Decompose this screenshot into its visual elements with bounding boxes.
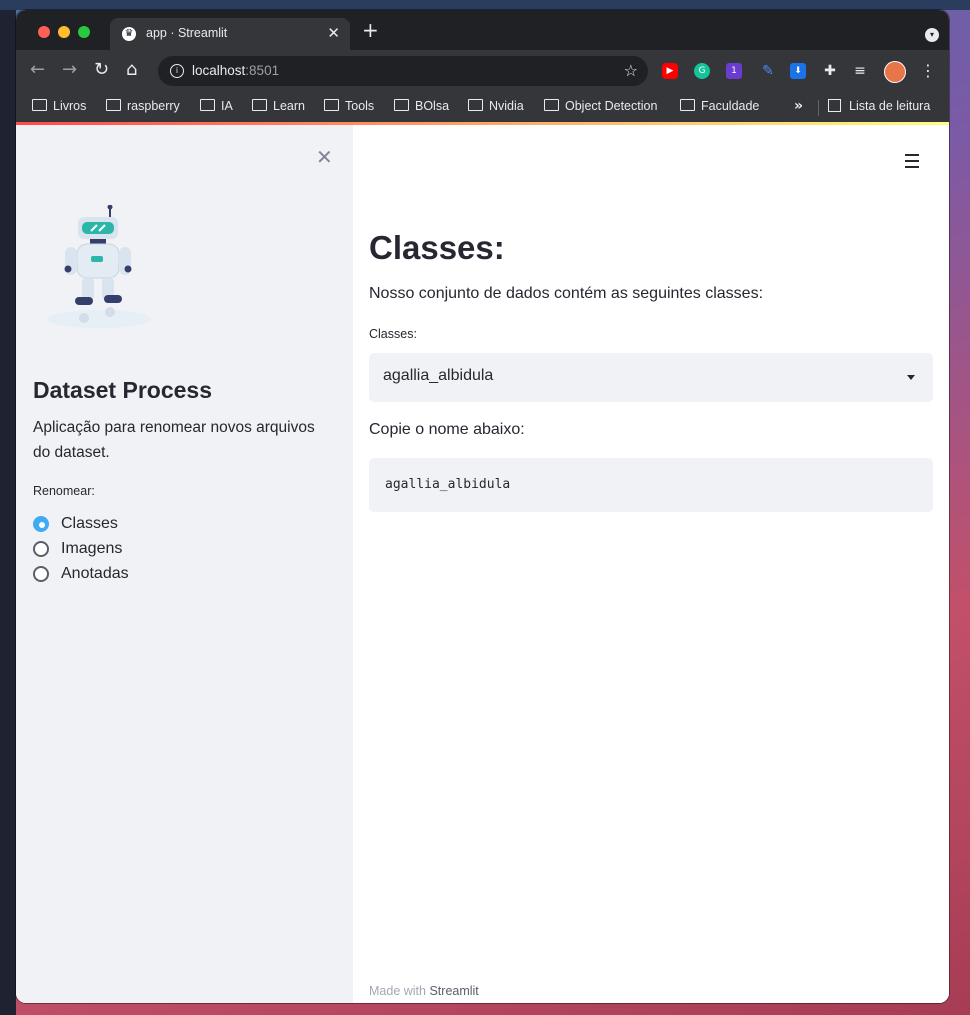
forward-arrow-icon[interactable]: → (62, 60, 77, 80)
bookmark-label: Tools (345, 99, 375, 113)
bookmark-label: raspberry (127, 99, 180, 113)
hamburger-menu-icon[interactable] (905, 154, 919, 172)
browser-window: ♛ app · Streamlit ✕ + ▾ ← → ↻ ⌂ i localh… (16, 10, 949, 1003)
radio-group-renomear: Classes Imagens Anotadas (33, 511, 129, 586)
radio-option-label: Classes (61, 514, 118, 532)
folder-icon (324, 99, 339, 111)
sidebar-title: Dataset Process (33, 377, 212, 403)
grammarly-extension-icon[interactable]: G (694, 63, 710, 79)
macos-menubar-strip (0, 0, 970, 10)
folder-icon (544, 99, 559, 111)
extension-with-badge-icon[interactable]: 1 (726, 63, 742, 79)
chevron-down-icon[interactable] (907, 375, 915, 380)
back-arrow-icon[interactable]: ← (30, 60, 45, 80)
bookmark-label: IA (221, 99, 233, 113)
browser-toolbar: ← → ↻ ⌂ i localhost:8501 ☆ ▶ G 1 ✎ ⬇ ✚ ≡… (16, 50, 949, 92)
media-queue-icon[interactable]: ≡ (852, 63, 868, 79)
reading-list-button[interactable]: Lista de leitura (828, 99, 930, 113)
folder-icon (200, 99, 215, 111)
copy-label: Copie o nome abaixo: (369, 421, 525, 438)
footer-brand-link[interactable]: Streamlit (429, 984, 478, 998)
extensions-puzzle-icon[interactable]: ✚ (822, 63, 838, 79)
classes-selectbox[interactable]: agallia_albidula (369, 353, 933, 402)
address-bar[interactable]: i localhost:8501 ☆ (158, 56, 648, 86)
browser-menu-icon[interactable]: ⋮ (920, 63, 936, 79)
radio-option-classes[interactable]: Classes (33, 511, 129, 536)
radio-group-label: Renomear: (33, 484, 95, 498)
folder-icon (32, 99, 47, 111)
profile-avatar[interactable] (884, 61, 906, 83)
sidebar: ✕ Dataset Process Aplicação para renomea… (16, 125, 353, 1003)
footer-prefix: Made with (369, 984, 426, 998)
tab-bar: ♛ app · Streamlit ✕ + ▾ (16, 10, 949, 50)
bookmark-label: Nvidia (489, 99, 524, 113)
radio-unchecked-icon[interactable] (33, 565, 49, 582)
tab-search-icon[interactable]: ▾ (925, 28, 939, 42)
sidebar-description: Aplicação para renomear novos arquivos d… (33, 419, 315, 461)
folder-icon (252, 99, 267, 111)
bookmark-label: Learn (273, 99, 305, 113)
radio-option-imagens[interactable]: Imagens (33, 536, 129, 561)
bookmark-folder[interactable]: Tools (324, 99, 374, 113)
window-minimize-button[interactable] (58, 26, 70, 38)
selectbox-value: agallia_albidula (383, 367, 494, 384)
bookmarks-bar: Livros raspberry IA Learn Tools BOlsa Nv… (16, 92, 949, 123)
radio-option-label: Anotadas (61, 564, 129, 582)
download-extension-icon[interactable]: ⬇ (790, 63, 806, 79)
url-text: localhost:8501 (192, 63, 279, 78)
close-icon[interactable]: ✕ (316, 145, 333, 169)
bookmark-folder[interactable]: BOlsa (394, 99, 449, 113)
bookmark-label: Faculdade (701, 99, 760, 113)
select-label: Classes: (369, 327, 417, 341)
bookmark-folder[interactable]: Nvidia (468, 99, 524, 113)
new-tab-button[interactable]: + (362, 20, 379, 40)
pen-extension-icon[interactable]: ✎ (760, 63, 776, 79)
bookmark-folder[interactable]: Faculdade (680, 99, 759, 113)
reload-icon[interactable]: ↻ (94, 60, 109, 80)
page-title: Classes: (369, 229, 505, 266)
window-zoom-button[interactable] (78, 26, 90, 38)
folder-icon (106, 99, 121, 111)
bookmark-label: Object Detection (565, 99, 658, 113)
streamlit-favicon-icon: ♛ (122, 27, 136, 41)
youtube-extension-icon[interactable]: ▶ (662, 63, 678, 79)
robot-illustration (47, 205, 151, 328)
url-host: localhost (192, 63, 246, 78)
footer: Made with Streamlit (369, 984, 479, 998)
bookmark-folder[interactable]: IA (200, 99, 233, 113)
bookmark-label: BOlsa (415, 99, 450, 113)
bookmark-folder[interactable]: raspberry (106, 99, 180, 113)
folder-icon (394, 99, 409, 111)
code-text: agallia_albidula (385, 477, 511, 492)
bookmark-star-icon[interactable]: ☆ (624, 61, 638, 80)
bookmark-folder[interactable]: Object Detection (544, 99, 657, 113)
home-icon[interactable]: ⌂ (126, 60, 137, 80)
bookmark-label: Livros (53, 99, 87, 113)
tab-title: app · Streamlit (146, 26, 228, 40)
folder-icon (468, 99, 483, 111)
browser-tab[interactable]: ♛ app · Streamlit ✕ (110, 18, 350, 50)
code-block[interactable]: agallia_albidula (369, 458, 933, 512)
radio-option-label: Imagens (61, 539, 123, 557)
radio-checked-icon[interactable] (33, 515, 49, 532)
folder-icon (680, 99, 695, 111)
bookmark-folder[interactable]: Learn (252, 99, 305, 113)
radio-unchecked-icon[interactable] (33, 540, 49, 557)
bookmarks-divider (818, 100, 819, 116)
streamlit-app: ✕ Dataset Process Aplicação para renomea… (16, 122, 949, 1003)
window-close-button[interactable] (38, 26, 50, 38)
site-info-icon[interactable]: i (170, 64, 184, 78)
desktop-left-edge (0, 10, 16, 1015)
page-description: Nosso conjunto de dados contém as seguin… (369, 285, 764, 302)
bookmarks-overflow-button[interactable]: » (794, 98, 803, 114)
main-content: Classes: Nosso conjunto de dados contém … (353, 125, 949, 1003)
radio-option-anotadas[interactable]: Anotadas (33, 561, 129, 586)
bookmark-folder[interactable]: Livros (32, 99, 86, 113)
tab-close-icon[interactable]: ✕ (327, 24, 340, 42)
url-port: :8501 (245, 63, 280, 78)
reading-list-icon (828, 99, 841, 112)
reading-list-label: Lista de leitura (849, 99, 931, 113)
